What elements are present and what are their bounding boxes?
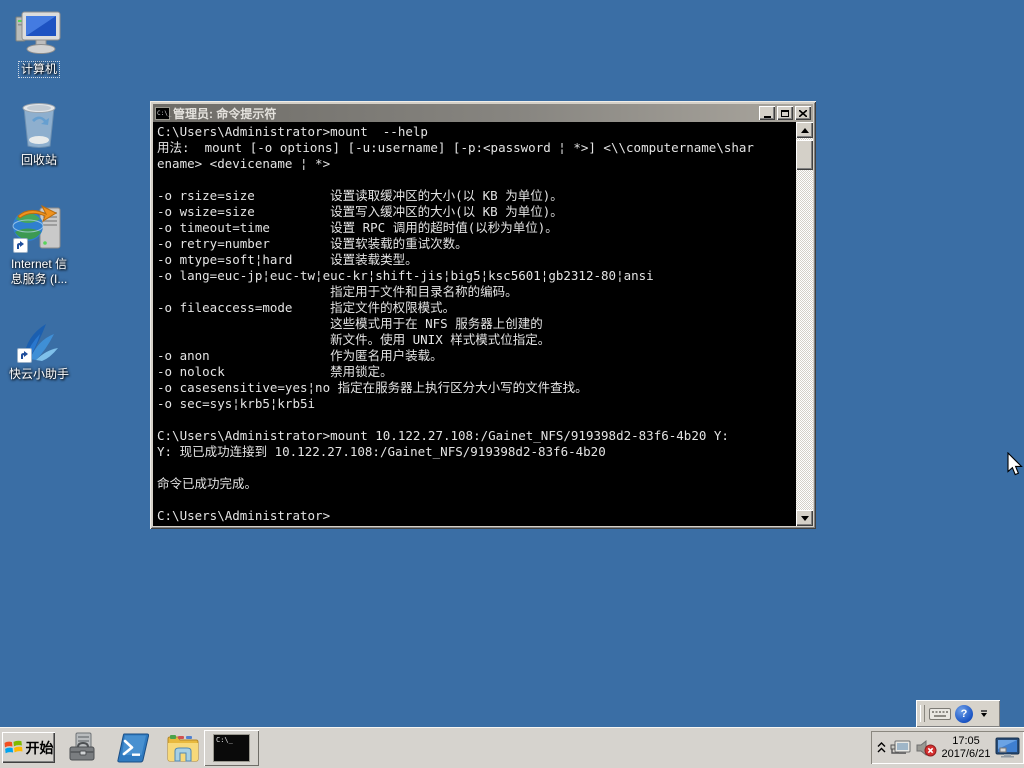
volume-muted-icon[interactable] [915,739,937,757]
shortcut-arrow-icon [13,238,28,253]
tray-clock[interactable]: 17:05 2017/6/21 [940,735,992,761]
windows-logo-icon [4,739,23,756]
desktop-icon-label: Internet 信 息服务 (I... [9,257,70,287]
console-area[interactable]: C:\Users\Administrator>mount --help 用法: … [153,122,813,526]
shortcut-arrow-icon [17,348,32,363]
options-dots-icon [981,710,987,712]
server-manager-icon [67,732,99,764]
scrollbar-track[interactable] [796,138,813,510]
system-tray: 17:05 2017/6/21 [871,731,1024,764]
language-bar-options-button[interactable] [977,710,991,717]
taskbar: 开始 C:\_ [0,727,1024,768]
language-bar-help-button[interactable]: ? [955,705,973,723]
recycle-bin-icon [16,100,62,150]
windows-explorer-icon [166,733,200,763]
minimize-icon [764,116,771,118]
quicklaunch-explorer[interactable] [166,731,200,765]
mouse-cursor [1007,452,1024,478]
desktop-icon-label: 回收站 [19,153,59,168]
vertical-scrollbar[interactable] [796,122,813,526]
quicklaunch-server-manager[interactable] [66,731,100,765]
console-output[interactable]: C:\Users\Administrator>mount --help 用法: … [153,122,796,526]
desktop-icon-label: 计算机 [18,61,60,78]
desktop-icon-computer[interactable]: 计算机 [0,8,78,78]
iis-icon [12,204,66,254]
network-icon[interactable] [890,739,912,757]
desktop-icon-label: 快云小助手 [7,367,71,382]
arrow-down-icon [801,516,809,521]
cmd-icon: C:\_ [213,734,250,762]
desktop-icon-kuaiyun[interactable]: 快云小助手 [0,314,78,382]
close-button[interactable] [795,106,811,120]
scrollbar-thumb[interactable] [796,140,813,170]
desktop-icon-iis[interactable]: Internet 信 息服务 (I... [0,204,78,287]
computer-icon [14,8,64,58]
scroll-down-button[interactable] [796,510,813,526]
taskbar-cmd-button[interactable]: C:\_ [204,730,259,766]
start-button[interactable]: 开始 [2,732,55,763]
tray-date: 2017/6/21 [940,748,992,761]
keyboard-icon [929,707,951,721]
chevron-down-icon [981,713,987,717]
arrow-up-icon [801,128,809,133]
window-title: 管理员: 命令提示符 [173,105,756,122]
desktop-icon-recycle-bin[interactable]: 回收站 [0,100,78,168]
cmd-window-icon: C:\_ [155,107,170,120]
powershell-icon [117,733,149,763]
language-bar[interactable]: ? [916,700,1000,727]
window-titlebar[interactable]: C:\_ 管理员: 命令提示符 [153,104,813,122]
kuaiyun-icon [16,314,62,364]
keyboard-button[interactable] [929,707,951,721]
quicklaunch-powershell[interactable] [116,731,150,765]
command-prompt-window: C:\_ 管理员: 命令提示符 C:\Users\Administrator>m… [150,101,816,529]
remote-desktop-icon[interactable] [995,737,1020,758]
tray-time: 17:05 [940,735,992,748]
start-button-label: 开始 [26,738,54,758]
language-bar-grip[interactable] [920,705,925,722]
tray-expand-chevron-icon[interactable] [876,740,887,755]
scroll-up-button[interactable] [796,122,813,138]
maximize-icon [781,110,789,117]
close-icon [799,110,807,117]
minimize-button[interactable] [759,106,775,120]
maximize-button[interactable] [777,106,793,120]
